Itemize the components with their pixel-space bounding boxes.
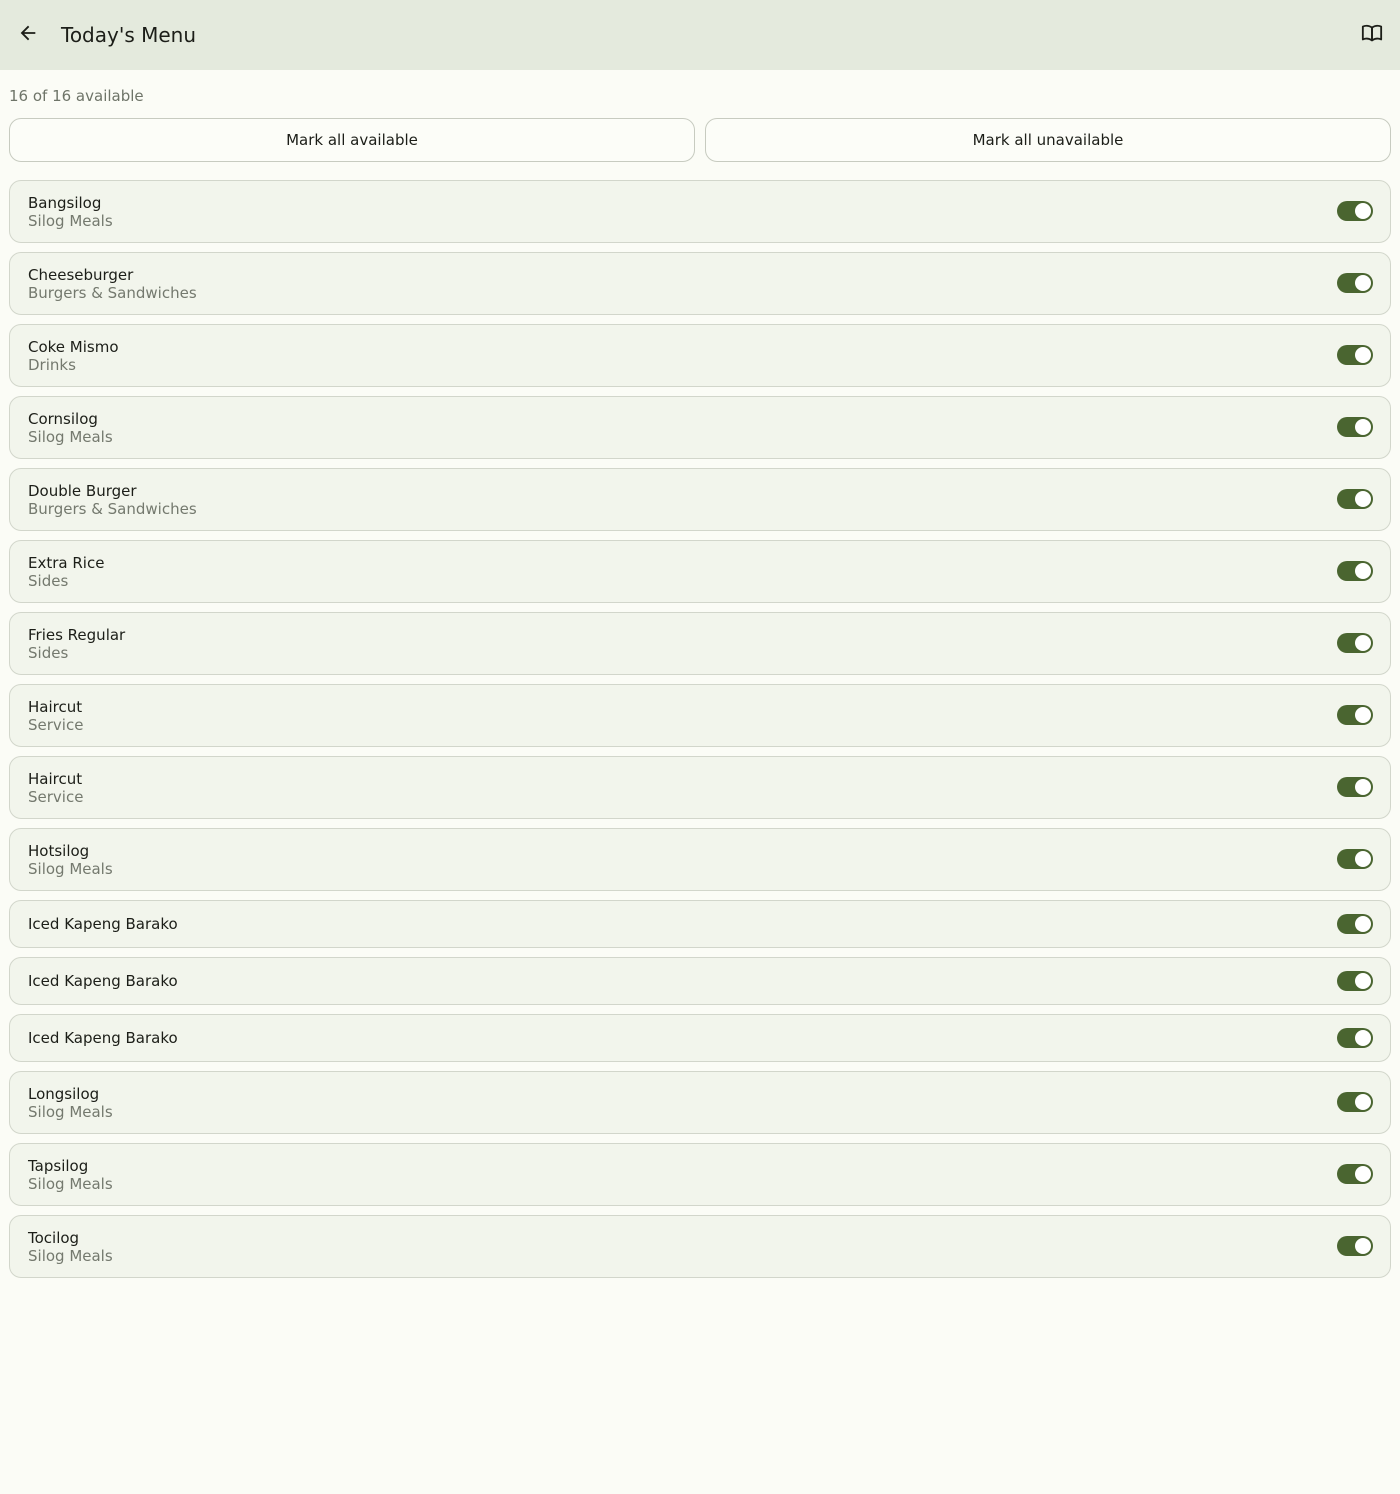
availability-toggle[interactable] — [1337, 489, 1373, 509]
menu-item-category: Service — [28, 788, 84, 806]
toggle-knob — [1355, 347, 1371, 363]
menu-item-category: Silog Meals — [28, 1103, 113, 1121]
menu-item-name: Iced Kapeng Barako — [28, 972, 178, 990]
menu-item-row: Extra Rice Sides — [9, 540, 1391, 603]
menu-item-category: Sides — [28, 572, 69, 590]
menu-item-row: Tapsilog Silog Meals — [9, 1143, 1391, 1206]
menu-item-name: Coke Mismo — [28, 338, 119, 356]
availability-toggle[interactable] — [1337, 561, 1373, 581]
menu-item-row: Hotsilog Silog Meals — [9, 828, 1391, 891]
menu-item-category: Silog Meals — [28, 860, 113, 878]
menu-item-row: Coke Mismo Drinks — [9, 324, 1391, 387]
menu-item-name: Cheeseburger — [28, 266, 134, 284]
availability-toggle[interactable] — [1337, 914, 1373, 934]
mark-all-available-button[interactable]: Mark all available — [9, 118, 695, 162]
menu-item-row: Iced Kapeng Barako — [9, 1014, 1391, 1062]
toggle-knob — [1355, 563, 1371, 579]
menu-item-name: Tocilog — [28, 1229, 80, 1247]
menu-item-name: Fries Regular — [28, 626, 126, 644]
availability-toggle[interactable] — [1337, 273, 1373, 293]
app-bar: Today's Menu — [0, 0, 1400, 70]
availability-toggle[interactable] — [1337, 1236, 1373, 1256]
menu-item-category: Burgers & Sandwiches — [28, 284, 197, 302]
back-button[interactable] — [10, 17, 46, 53]
toggle-knob — [1355, 1094, 1371, 1110]
availability-toggle[interactable] — [1337, 777, 1373, 797]
availability-toggle[interactable] — [1337, 1028, 1373, 1048]
bulk-actions: Mark all available Mark all unavailable — [9, 118, 1391, 162]
availability-summary: 16 of 16 available — [9, 87, 144, 105]
availability-toggle[interactable] — [1337, 849, 1373, 869]
toggle-knob — [1355, 1238, 1371, 1254]
menu-book-button[interactable] — [1354, 17, 1390, 53]
toggle-knob — [1355, 851, 1371, 867]
page-title: Today's Menu — [61, 23, 197, 47]
toggle-knob — [1355, 419, 1371, 435]
availability-toggle[interactable] — [1337, 201, 1373, 221]
menu-item-name: Double Burger — [28, 482, 137, 500]
toggle-knob — [1355, 1030, 1371, 1046]
availability-toggle[interactable] — [1337, 1092, 1373, 1112]
toggle-knob — [1355, 973, 1371, 989]
menu-item-row: Tocilog Silog Meals — [9, 1215, 1391, 1278]
menu-item-category: Silog Meals — [28, 428, 113, 446]
menu-item-name: Haircut — [28, 698, 83, 716]
menu-item-row: Haircut Service — [9, 756, 1391, 819]
availability-toggle[interactable] — [1337, 705, 1373, 725]
menu-item-name: Extra Rice — [28, 554, 105, 572]
menu-item-name: Iced Kapeng Barako — [28, 1029, 178, 1047]
arrow-left-icon — [17, 22, 39, 48]
menu-item-category: Silog Meals — [28, 1175, 113, 1193]
menu-item-name: Iced Kapeng Barako — [28, 915, 178, 933]
toggle-knob — [1355, 203, 1371, 219]
menu-item-list: Bangsilog Silog Meals Cheeseburger Burgers … — [9, 180, 1391, 1287]
menu-item-category: Silog Meals — [28, 1247, 113, 1265]
menu-item-row: Bangsilog Silog Meals — [9, 180, 1391, 243]
menu-item-row: Iced Kapeng Barako — [9, 900, 1391, 948]
toggle-knob — [1355, 275, 1371, 291]
menu-item-row: Haircut Service — [9, 684, 1391, 747]
menu-item-row: Double Burger Burgers & Sandwiches — [9, 468, 1391, 531]
open-book-icon — [1361, 22, 1383, 48]
menu-item-row: Iced Kapeng Barako — [9, 957, 1391, 1005]
menu-item-name: Tapsilog — [28, 1157, 89, 1175]
menu-item-row: Cheeseburger Burgers & Sandwiches — [9, 252, 1391, 315]
menu-item-category: Drinks — [28, 356, 76, 374]
menu-item-category: Service — [28, 716, 84, 734]
menu-item-category: Silog Meals — [28, 212, 113, 230]
toggle-knob — [1355, 491, 1371, 507]
menu-item-row: Longsilog Silog Meals — [9, 1071, 1391, 1134]
menu-item-row: Fries Regular Sides — [9, 612, 1391, 675]
menu-item-category: Sides — [28, 644, 69, 662]
menu-item-row: Cornsilog Silog Meals — [9, 396, 1391, 459]
toggle-knob — [1355, 707, 1371, 723]
menu-item-name: Hotsilog — [28, 842, 90, 860]
toggle-knob — [1355, 635, 1371, 651]
menu-item-name: Bangsilog — [28, 194, 102, 212]
availability-toggle[interactable] — [1337, 633, 1373, 653]
toggle-knob — [1355, 916, 1371, 932]
availability-toggle[interactable] — [1337, 1164, 1373, 1184]
menu-item-name: Longsilog — [28, 1085, 100, 1103]
menu-item-name: Cornsilog — [28, 410, 98, 428]
toggle-knob — [1355, 779, 1371, 795]
availability-toggle[interactable] — [1337, 971, 1373, 991]
toggle-knob — [1355, 1166, 1371, 1182]
menu-item-name: Haircut — [28, 770, 83, 788]
availability-toggle[interactable] — [1337, 417, 1373, 437]
availability-toggle[interactable] — [1337, 345, 1373, 365]
mark-all-unavailable-button[interactable]: Mark all unavailable — [705, 118, 1391, 162]
menu-item-category: Burgers & Sandwiches — [28, 500, 197, 518]
